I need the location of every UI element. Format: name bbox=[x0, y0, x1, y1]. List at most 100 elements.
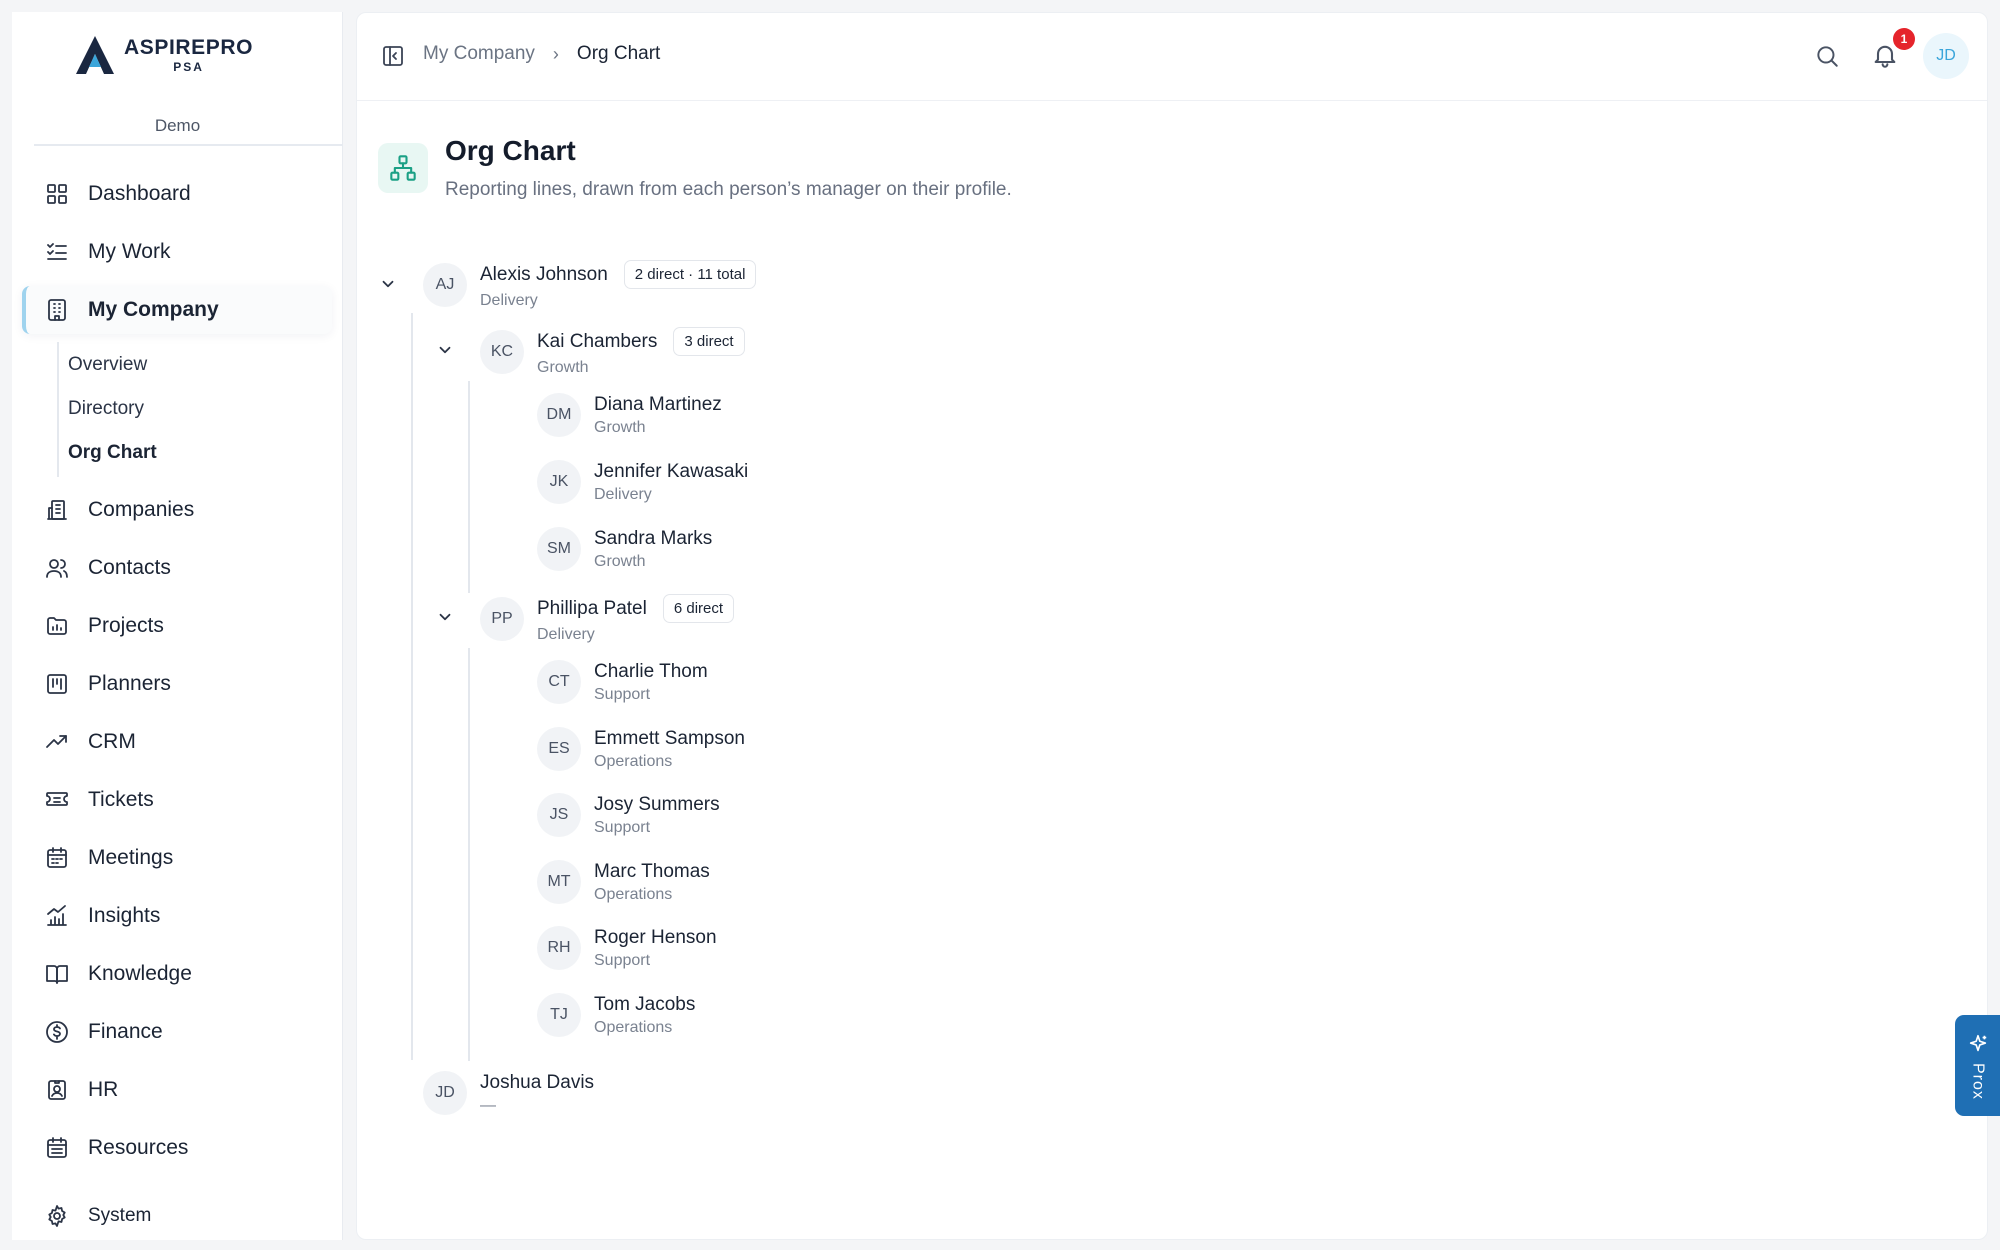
sidebar: ASPIREPRO PSA Demo Dashboard My Work My … bbox=[12, 12, 343, 1240]
avatar: JK bbox=[537, 460, 581, 504]
nav-item-dashboard[interactable]: Dashboard bbox=[22, 170, 332, 218]
nav-item-resources[interactable]: Resources bbox=[22, 1124, 332, 1172]
tree-connector bbox=[468, 381, 470, 593]
reports-count-badge: 3 direct bbox=[673, 327, 745, 356]
prox-assistant-tab[interactable]: Prox bbox=[1955, 1015, 2000, 1116]
tree-node-manager[interactable]: PP Phillipa Patel 6 direct Delivery bbox=[480, 594, 735, 644]
person-name: Tom Jacobs bbox=[594, 993, 696, 1015]
prox-label: Prox bbox=[1969, 1063, 1987, 1100]
subnav-directory[interactable]: Directory bbox=[68, 398, 144, 420]
avatar: AJ bbox=[423, 263, 467, 307]
nav-item-my-work[interactable]: My Work bbox=[22, 228, 332, 276]
nav-item-projects[interactable]: Projects bbox=[22, 602, 332, 650]
person-name: Kai Chambers bbox=[537, 330, 658, 352]
breadcrumb-separator: › bbox=[552, 43, 559, 64]
nav-item-system[interactable]: System bbox=[22, 1192, 332, 1240]
nav-item-finance[interactable]: Finance bbox=[22, 1008, 332, 1056]
person-name: Marc Thomas bbox=[594, 860, 710, 882]
avatar: SM bbox=[537, 527, 581, 571]
badge-icon bbox=[44, 1077, 70, 1103]
nav-label: Contacts bbox=[88, 556, 171, 579]
user-avatar[interactable]: JD bbox=[1923, 33, 1969, 79]
tree-node-report[interactable]: DM Diana Martinez Growth bbox=[537, 393, 722, 437]
main-panel: My Company › Org Chart 1 JD Org Chart Re… bbox=[356, 12, 1988, 1240]
person-name: Emmett Sampson bbox=[594, 727, 745, 749]
nav-item-knowledge[interactable]: Knowledge bbox=[22, 950, 332, 998]
sidebar-toggle-icon[interactable] bbox=[381, 44, 405, 68]
companies-icon bbox=[44, 497, 70, 523]
avatar: MT bbox=[537, 860, 581, 904]
breadcrumb: My Company › Org Chart bbox=[423, 43, 660, 65]
person-name: Jennifer Kawasaki bbox=[594, 460, 749, 482]
subnav-org-chart[interactable]: Org Chart bbox=[68, 442, 157, 464]
org-name: Demo bbox=[154, 116, 201, 135]
sidebar-divider bbox=[34, 144, 343, 146]
nav-label: HR bbox=[88, 1078, 119, 1101]
grid-icon bbox=[44, 181, 70, 207]
nav-label: Knowledge bbox=[88, 962, 192, 985]
topbar: My Company › Org Chart 1 JD bbox=[357, 13, 1987, 101]
tree-node-report[interactable]: ES Emmett Sampson Operations bbox=[537, 727, 745, 771]
submenu-line bbox=[57, 342, 59, 477]
ticket-icon bbox=[44, 787, 70, 813]
nav-item-insights[interactable]: Insights bbox=[22, 892, 332, 940]
nav-label: Finance bbox=[88, 1020, 163, 1043]
person-dept: Support bbox=[594, 818, 651, 836]
tree-node-report[interactable]: JS Josy Summers Support bbox=[537, 793, 720, 837]
avatar: DM bbox=[537, 393, 581, 437]
nav-item-hr[interactable]: HR bbox=[22, 1066, 332, 1114]
calendar-icon bbox=[44, 845, 70, 871]
collapse-chevron-icon[interactable] bbox=[436, 608, 454, 626]
person-dept: Delivery bbox=[537, 626, 595, 643]
avatar: RH bbox=[537, 926, 581, 970]
folder-chart-icon bbox=[44, 613, 70, 639]
collapse-chevron-icon[interactable] bbox=[436, 341, 454, 359]
tree-node-report[interactable]: CT Charlie Thom Support bbox=[537, 660, 708, 704]
nav-item-contacts[interactable]: Contacts bbox=[22, 544, 332, 592]
tree-node-report[interactable]: SM Sandra Marks Growth bbox=[537, 527, 712, 571]
reports-count-badge: 6 direct bbox=[662, 594, 735, 623]
tree-node-report[interactable]: RH Roger Henson Support bbox=[537, 926, 717, 970]
nav-item-meetings[interactable]: Meetings bbox=[22, 834, 332, 882]
person-dept: Delivery bbox=[594, 485, 652, 503]
person-dept: Growth bbox=[594, 418, 646, 436]
person-name: Roger Henson bbox=[594, 926, 717, 948]
logo-mark-icon bbox=[76, 36, 114, 74]
tree-node-manager[interactable]: KC Kai Chambers 3 direct Growth bbox=[480, 327, 745, 377]
nav-label: Projects bbox=[88, 614, 164, 637]
nav-label: Planners bbox=[88, 672, 171, 695]
nav-label: System bbox=[88, 1205, 152, 1226]
nav-label: Tickets bbox=[88, 788, 154, 811]
logo[interactable]: ASPIREPRO PSA bbox=[72, 34, 253, 76]
tree-connector bbox=[468, 648, 470, 1061]
avatar: KC bbox=[480, 330, 524, 374]
person-name: Sandra Marks bbox=[594, 527, 713, 549]
breadcrumb-parent[interactable]: My Company bbox=[423, 43, 535, 65]
tree-node-report[interactable]: JK Jennifer Kawasaki Delivery bbox=[537, 460, 748, 504]
nav-item-companies[interactable]: Companies bbox=[22, 486, 332, 534]
nav-item-crm[interactable]: CRM bbox=[22, 718, 332, 766]
subnav-overview[interactable]: Overview bbox=[68, 354, 147, 376]
tree-connector bbox=[411, 313, 413, 1060]
tree-node-report[interactable]: MT Marc Thomas Operations bbox=[537, 860, 710, 904]
nav-label: My Work bbox=[88, 240, 171, 263]
brand-name: ASPIREPRO bbox=[124, 36, 254, 59]
dollar-circle-icon bbox=[44, 1019, 70, 1045]
person-dept: Growth bbox=[594, 552, 646, 570]
nav-item-my-company[interactable]: My Company bbox=[22, 286, 332, 334]
nav-item-planners[interactable]: Planners bbox=[22, 660, 332, 708]
nav-item-tickets[interactable]: Tickets bbox=[22, 776, 332, 824]
nav-label: Companies bbox=[88, 498, 195, 521]
nav-label: Insights bbox=[88, 904, 161, 927]
tree-node-root[interactable]: JD Joshua Davis — bbox=[423, 1071, 594, 1115]
tree-node-report[interactable]: TJ Tom Jacobs Operations bbox=[537, 993, 695, 1037]
person-name: Diana Martinez bbox=[594, 393, 722, 415]
page-title: Org Chart bbox=[445, 135, 576, 166]
gear-icon bbox=[44, 1203, 70, 1229]
breadcrumb-current: Org Chart bbox=[576, 43, 661, 64]
brand-sub: PSA bbox=[173, 60, 204, 74]
tree-node-root[interactable]: AJ Alexis Johnson 2 direct · 11 total De… bbox=[423, 260, 757, 310]
collapse-chevron-icon[interactable] bbox=[379, 275, 397, 293]
search-icon[interactable] bbox=[1814, 43, 1840, 69]
nav-label: Dashboard bbox=[88, 182, 191, 205]
